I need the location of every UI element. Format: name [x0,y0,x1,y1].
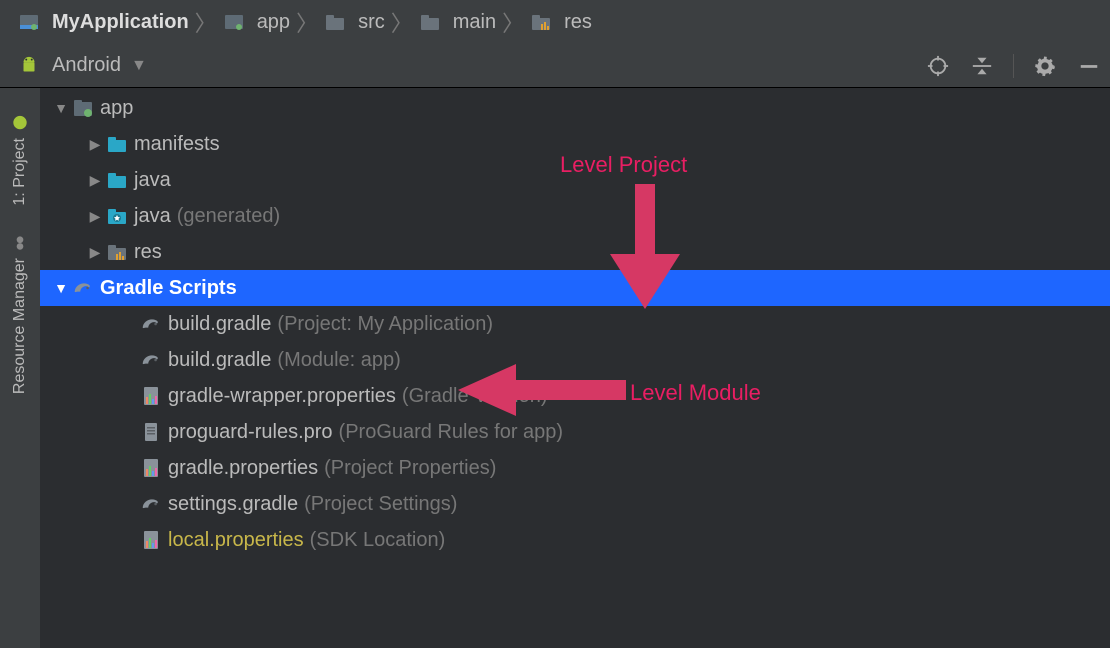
chevron-right-icon: 〉 [502,6,524,38]
props-icon [140,457,162,479]
gradle-icon [72,277,94,299]
module-icon [223,11,245,33]
tree-row-sublabel: (Project Settings) [304,493,457,516]
minimize-icon[interactable] [1076,53,1102,79]
chevron-right-icon: 〉 [195,6,217,38]
gear-icon[interactable] [1032,53,1058,79]
tree-row[interactable]: ▶ res [40,234,1110,270]
folder-icon [324,11,346,33]
tree-row-label: local.properties [168,529,304,552]
android-icon [18,55,40,77]
tree-row-label: build.gradle [168,313,271,336]
chevron-right-icon: 〉 [296,6,318,38]
tree-row[interactable]: build.gradle (Project: My Application) [40,306,1110,342]
breadcrumb-label: app [257,11,290,34]
breadcrumb-item[interactable]: main [419,11,496,34]
tree-row[interactable]: local.properties (SDK Location) [40,522,1110,558]
tree-row-label: build.gradle [168,349,271,372]
resource-icon [11,234,29,252]
tree-row[interactable]: gradle.properties (Project Properties) [40,450,1110,486]
collapse-icon[interactable] [969,53,995,79]
project-toolbar: Android ▼ [0,44,1110,88]
gradle-icon [140,493,162,515]
tree-row-label: Gradle Scripts [100,277,237,300]
res-folder-icon [106,241,128,263]
tree-row-label: manifests [134,133,220,156]
chevron-right-icon[interactable]: ▶ [86,136,104,153]
tree-row[interactable]: build.gradle (Module: app) [40,342,1110,378]
caret-down-icon: ▼ [131,57,147,75]
gradle-icon [140,313,162,335]
breadcrumb-label: res [564,11,592,34]
sidebar-item-label: 1: Project [11,138,29,206]
breadcrumb-label: src [358,11,385,34]
sidebar-item-label: Resource Manager [11,258,29,394]
chevron-down-icon[interactable]: ▼ [52,100,70,116]
props-icon [140,385,162,407]
chevron-right-icon[interactable]: ▶ [86,172,104,189]
tree-row-sublabel: (generated) [177,205,280,228]
res-folder-icon [530,11,552,33]
tree-row[interactable]: ▶ java [40,162,1110,198]
tree-row-label: gradle.properties [168,457,318,480]
tree-row-label: gradle-wrapper.properties [168,385,396,408]
module-icon [72,97,94,119]
target-icon[interactable] [925,53,951,79]
tree-row-label: proguard-rules.pro [168,421,333,444]
tree-row-sublabel: (Project Properties) [324,457,496,480]
view-selector[interactable]: Android [52,54,121,77]
tree-row[interactable]: ▶ manifests [40,126,1110,162]
breadcrumb: MyApplication 〉 app 〉 src 〉 main 〉 res [0,0,1110,44]
file-icon [140,421,162,443]
tree-row-label: java [134,169,171,192]
breadcrumb-label: MyApplication [52,11,189,34]
breadcrumb-item[interactable]: MyApplication [18,11,189,34]
tree-row-sublabel: (Project: My Application) [277,313,493,336]
tree-row[interactable]: settings.gradle (Project Settings) [40,486,1110,522]
tree-row[interactable]: gradle-wrapper.properties (Gradle Version… [40,378,1110,414]
tree-row[interactable]: ▼ Gradle Scripts [40,270,1110,306]
folder-icon [419,11,441,33]
tree-row[interactable]: ▼ app [40,90,1110,126]
tree-row[interactable]: ▶ java (generated) [40,198,1110,234]
chevron-right-icon[interactable]: ▶ [86,208,104,225]
sidebar-item-project[interactable]: 1: Project [11,94,29,214]
tree-row-sublabel: (SDK Location) [310,529,446,552]
tree-row-sublabel: (ProGuard Rules for app) [339,421,564,444]
module-icon [18,11,40,33]
tree-row-label: app [100,97,133,120]
breadcrumb-item[interactable]: src [324,11,385,34]
android-icon [11,114,29,132]
tree-row-sublabel: (Module: app) [277,349,400,372]
folder-icon [106,133,128,155]
toolbar-separator [1013,54,1014,78]
tree-row[interactable]: proguard-rules.pro (ProGuard Rules for ap… [40,414,1110,450]
tree-row-label: settings.gradle [168,493,298,516]
chevron-right-icon: 〉 [391,6,413,38]
chevron-down-icon[interactable]: ▼ [52,280,70,296]
tree-row-sublabel: (Gradle Version) [402,385,548,408]
tree-row-label: res [134,241,162,264]
sidebar-item-resource-manager[interactable]: Resource Manager [11,214,29,402]
breadcrumb-item[interactable]: res [530,11,592,34]
chevron-right-icon[interactable]: ▶ [86,244,104,261]
breadcrumb-label: main [453,11,496,34]
folder-icon [106,169,128,191]
breadcrumb-item[interactable]: app [223,11,290,34]
tree-row-label: java [134,205,171,228]
gen-icon [106,205,128,227]
project-tree[interactable]: ▼ app ▶ manifests ▶ java ▶ java (generated) ▶ res ▼… [40,88,1110,648]
props-icon [140,529,162,551]
tool-sidebar: 1: Project Resource Manager [0,88,40,648]
gradle-icon [140,349,162,371]
